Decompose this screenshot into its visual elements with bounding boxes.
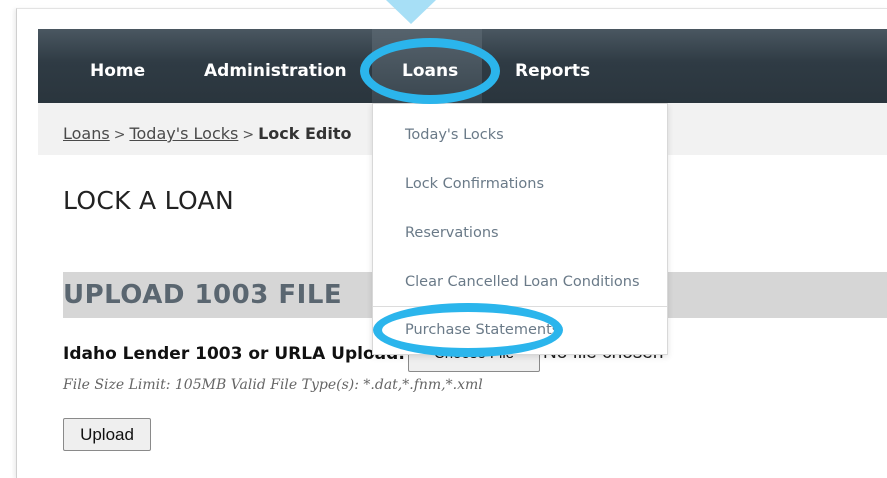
- nav-home[interactable]: Home: [90, 29, 145, 103]
- loans-dropdown-menu: Today's Locks Lock Confirmations Reserva…: [372, 103, 668, 355]
- nav-loans[interactable]: Loans: [402, 29, 458, 103]
- menu-item-todays-locks[interactable]: Today's Locks: [373, 112, 667, 158]
- page-title: LOCK A LOAN: [63, 186, 234, 215]
- breadcrumb-current: Lock Edito: [258, 124, 352, 143]
- breadcrumb-separator: >: [113, 127, 126, 143]
- upload-button[interactable]: Upload: [63, 418, 151, 451]
- nav-administration[interactable]: Administration: [204, 29, 347, 103]
- breadcrumb-separator: >: [242, 127, 255, 143]
- breadcrumb-loans-link[interactable]: Loans: [63, 124, 110, 143]
- upload-field-label: Idaho Lender 1003 or URLA Upload:: [63, 344, 406, 364]
- menu-item-lock-confirmations[interactable]: Lock Confirmations: [373, 161, 667, 207]
- nav-reports[interactable]: Reports: [515, 29, 590, 103]
- menu-item-purchase-statements[interactable]: Purchase Statements: [373, 307, 667, 353]
- menu-item-reservations[interactable]: Reservations: [373, 210, 667, 256]
- menu-item-clear-cancelled-loan-conditions[interactable]: Clear Cancelled Loan Conditions: [373, 259, 667, 305]
- breadcrumb-todays-locks-link[interactable]: Today's Locks: [129, 124, 238, 143]
- pointer-arrow-annotation: [386, 0, 436, 24]
- file-size-limit-note: File Size Limit: 105MB Valid File Type(s…: [63, 377, 483, 393]
- breadcrumb: Loans > Today's Locks > Lock Edito: [63, 124, 351, 143]
- section-title: UPLOAD 1003 FILE: [63, 280, 343, 310]
